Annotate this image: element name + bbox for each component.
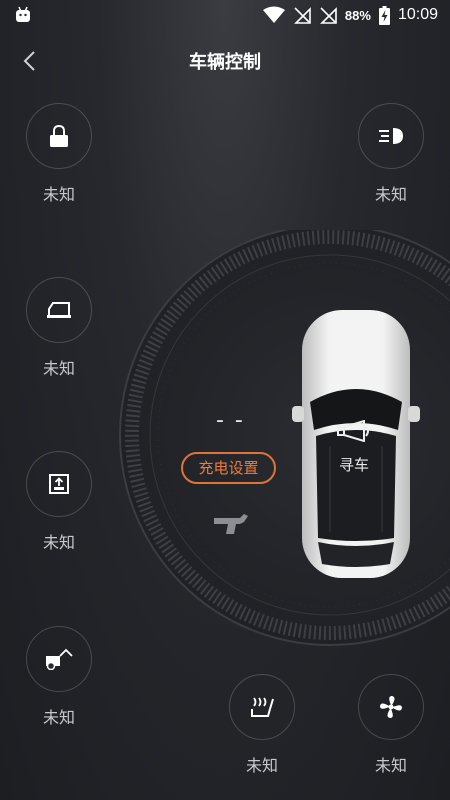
window-control[interactable]: 未知 xyxy=(24,277,94,379)
lock-icon xyxy=(50,124,68,147)
sunroof-control[interactable]: 未知 xyxy=(24,451,94,553)
trunk-control[interactable]: 未知 xyxy=(24,626,94,728)
door-lock-control[interactable]: 未知 xyxy=(24,103,94,205)
find-car-label: 寻车 xyxy=(338,456,369,474)
page-title: 车辆控制 xyxy=(189,52,261,73)
seat-heating-icon xyxy=(251,697,274,717)
trunk-open-icon xyxy=(46,648,73,670)
no-sim-icon xyxy=(293,7,311,24)
charge-settings-button[interactable]: 充电设置 xyxy=(181,452,276,484)
battery-percent: 88% xyxy=(344,7,371,23)
sunroof-button[interactable] xyxy=(26,451,92,517)
android-notification-icon xyxy=(16,6,30,22)
no-sim-icon xyxy=(319,7,337,24)
sunroof-icon xyxy=(49,474,69,494)
seat-heating-control[interactable]: 未知 xyxy=(227,674,297,776)
car-window-icon xyxy=(47,302,71,318)
trunk-status: 未知 xyxy=(42,708,75,727)
fan-button[interactable] xyxy=(358,674,424,740)
window-status: 未知 xyxy=(42,359,75,378)
door-lock-button[interactable] xyxy=(26,103,92,169)
headlight-icon xyxy=(379,128,403,144)
seat-heating-button[interactable] xyxy=(229,674,295,740)
header: 车辆控制 xyxy=(0,40,450,80)
trunk-button[interactable] xyxy=(26,626,92,692)
headlights-button[interactable] xyxy=(358,103,424,169)
charge-value: - - xyxy=(216,408,245,433)
clock: 10:09 xyxy=(397,6,438,23)
fan-status: 未知 xyxy=(374,756,407,775)
find-car-button[interactable]: 寻车 xyxy=(326,419,382,475)
seat-heating-status: 未知 xyxy=(245,756,278,775)
battery-charging-icon xyxy=(378,5,390,25)
status-bar: 88% 10:09 xyxy=(0,0,450,30)
sunroof-status: 未知 xyxy=(42,533,75,552)
fan-icon xyxy=(380,696,402,718)
wifi-icon xyxy=(262,6,285,23)
charging-plug-icon xyxy=(214,514,248,534)
headlights-status: 未知 xyxy=(374,185,407,204)
window-button[interactable] xyxy=(26,277,92,343)
headlights-control[interactable]: 未知 xyxy=(356,103,426,205)
door-lock-status: 未知 xyxy=(42,185,75,204)
horn-icon xyxy=(337,419,369,443)
fan-control[interactable]: 未知 xyxy=(356,674,426,776)
